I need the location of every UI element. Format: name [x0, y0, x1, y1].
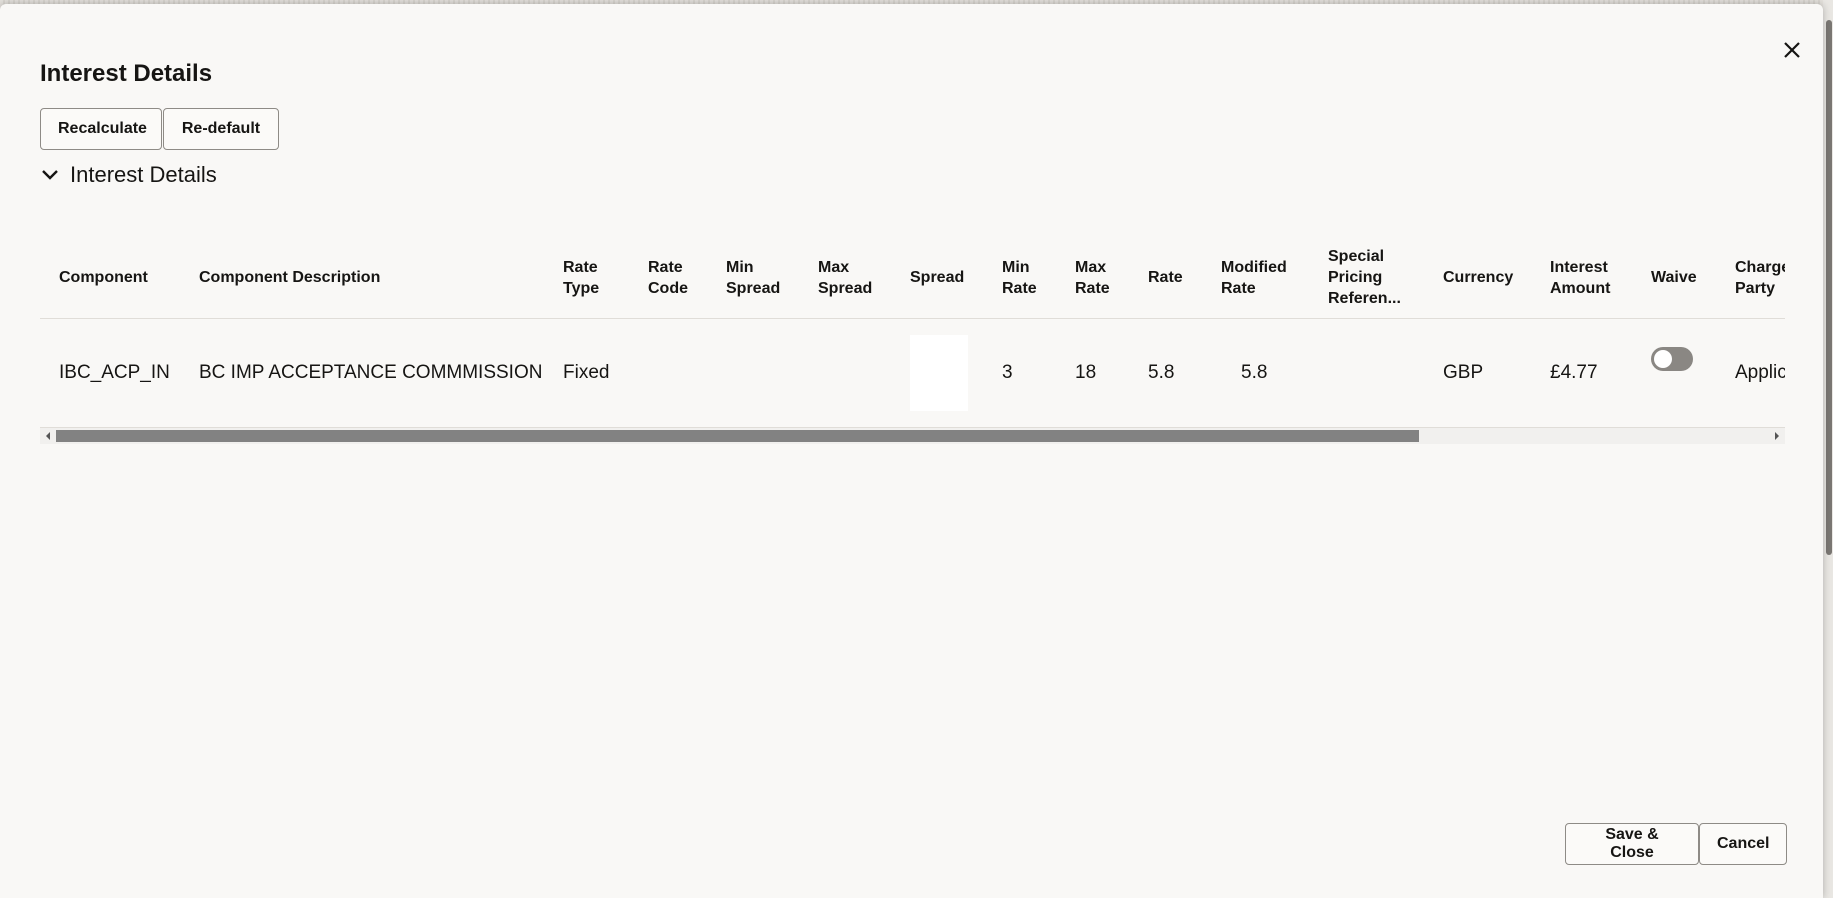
cell-component-description: BC IMP ACCEPTANCE COMMMISSION [199, 362, 543, 383]
cancel-button[interactable]: Cancel [1699, 823, 1787, 865]
redefault-button[interactable]: Re-default [163, 108, 279, 150]
column-header-modified-rate[interactable]: Modified Rate [1221, 237, 1287, 318]
interest-details-table: Component Component Description Rate Typ… [40, 237, 1785, 445]
table-horizontal-scrollbar[interactable] [40, 428, 1785, 444]
chevron-down-icon [42, 170, 58, 180]
cell-max-rate: 18 [1075, 362, 1097, 383]
column-header-max-spread[interactable]: Max Spread [818, 237, 872, 318]
waive-toggle[interactable] [1651, 347, 1693, 371]
column-header-rate-code[interactable]: Rate Code [648, 237, 688, 318]
section-toggle-interest-details[interactable]: Interest Details [40, 162, 217, 188]
cell-modified-rate: 5.8 [1241, 362, 1268, 383]
column-header-interest-amount[interactable]: Interest Amount [1550, 237, 1610, 318]
column-header-currency[interactable]: Currency [1443, 237, 1513, 318]
column-header-min-rate[interactable]: Min Rate [1002, 237, 1037, 318]
column-header-component-description[interactable]: Component Description [199, 237, 380, 318]
background-page-scrollbar[interactable] [1823, 0, 1833, 898]
cell-min-rate: 3 [1002, 362, 1013, 383]
spread-input[interactable] [910, 335, 968, 411]
cell-interest-amount: £4.77 [1550, 362, 1598, 383]
recalculate-button[interactable]: Recalculate [40, 108, 162, 150]
page-scrollbar-thumb[interactable] [1826, 20, 1832, 555]
save-and-close-button[interactable]: Save & Close [1565, 823, 1699, 865]
cell-currency: GBP [1443, 362, 1484, 383]
toggle-knob [1654, 350, 1672, 368]
cell-rate: 5.8 [1148, 362, 1175, 383]
table-row[interactable]: IBC_ACP_IN BC IMP ACCEPTANCE COMMMISSION… [40, 319, 1785, 428]
cell-charge-party: Applic [1735, 362, 1785, 383]
dialog-title: Interest Details [40, 60, 213, 87]
scroll-left-arrow-icon[interactable] [46, 432, 50, 440]
column-header-spread[interactable]: Spread [910, 237, 964, 318]
cell-component: IBC_ACP_IN [59, 362, 170, 383]
column-header-rate[interactable]: Rate [1148, 237, 1183, 318]
column-header-component[interactable]: Component [59, 237, 148, 318]
close-icon [1784, 42, 1800, 58]
column-header-max-rate[interactable]: Max Rate [1075, 237, 1110, 318]
column-header-special-pricing-reference[interactable]: Special Pricing Referen... [1328, 237, 1401, 318]
cell-rate-type: Fixed [563, 362, 610, 383]
table-header-row: Component Component Description Rate Typ… [40, 237, 1785, 319]
scroll-right-arrow-icon[interactable] [1775, 432, 1779, 440]
section-title: Interest Details [70, 162, 217, 187]
scrollbar-thumb[interactable] [56, 430, 1419, 442]
close-button[interactable] [1776, 34, 1808, 66]
column-header-rate-type[interactable]: Rate Type [563, 237, 599, 318]
column-header-waive[interactable]: Waive [1651, 237, 1697, 318]
interest-details-dialog: Interest Details Recalculate Re-default … [0, 4, 1823, 898]
column-header-min-spread[interactable]: Min Spread [726, 237, 780, 318]
column-header-charge-party[interactable]: Charge Party [1735, 237, 1785, 318]
